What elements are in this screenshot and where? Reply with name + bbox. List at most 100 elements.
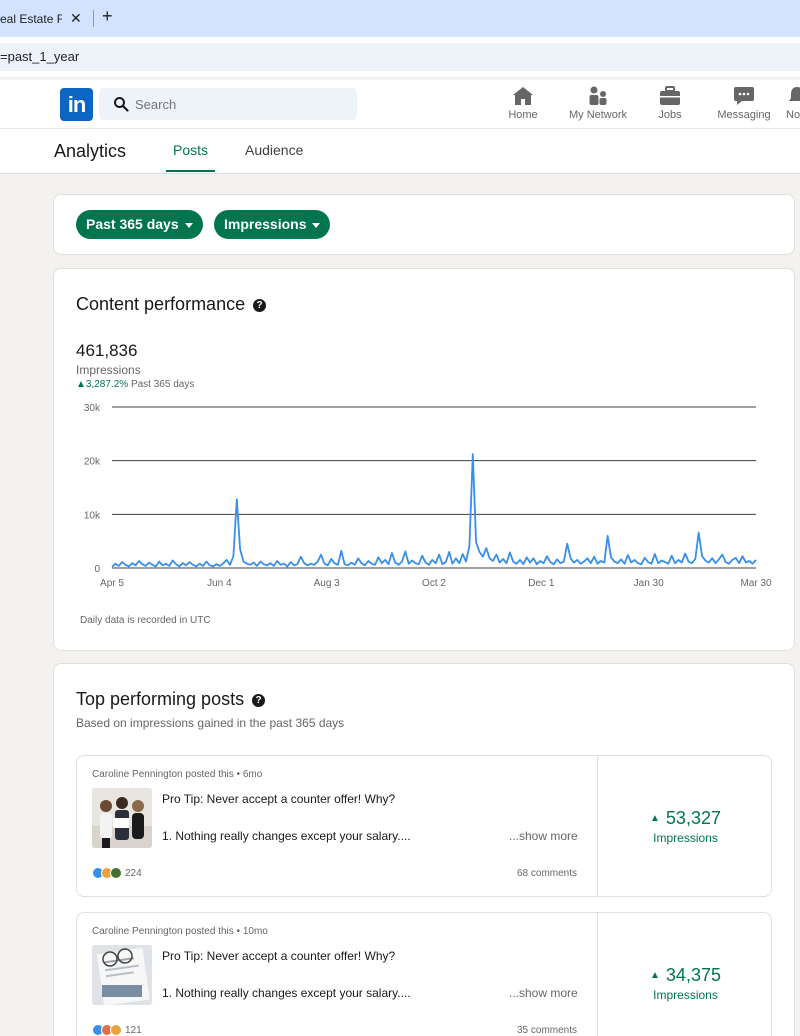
home-icon xyxy=(513,87,533,105)
post-content: Caroline Pennington posted this • 10mo P… xyxy=(77,913,598,1036)
briefcase-icon xyxy=(660,86,680,105)
nav-notifications[interactable]: No xyxy=(786,86,800,126)
impressions-number: 53,327 xyxy=(665,808,721,828)
search-icon xyxy=(114,97,129,112)
post-meta: Caroline Pennington posted this • 6mo xyxy=(92,769,263,780)
tab-audience[interactable]: Audience xyxy=(245,142,303,170)
arrow-up-icon: ▲ xyxy=(650,970,660,981)
show-more-link[interactable]: ...show more xyxy=(509,986,578,1000)
x-tick-label: Jun 4 xyxy=(207,578,232,589)
x-tick-label: Mar 30 xyxy=(740,578,772,589)
impressions-value: ▲ 34,375 xyxy=(599,965,772,986)
network-icon xyxy=(589,86,607,105)
top-posts-title-text: Top performing posts xyxy=(76,689,245,709)
nav-messaging-label: Messaging xyxy=(717,109,771,121)
post-meta: Caroline Pennington posted this • 10mo xyxy=(92,926,268,937)
page-title: Analytics xyxy=(54,141,127,161)
post-text-line1: Pro Tip: Never accept a counter offer! W… xyxy=(162,792,396,806)
y-tick-label: 30k xyxy=(84,403,101,414)
help-icon[interactable]: ? xyxy=(252,694,266,707)
help-icon[interactable]: ? xyxy=(253,299,267,312)
x-tick-label: Jan 30 xyxy=(634,578,664,589)
browser-tab-bar: eal Estate Fly ✕ + xyxy=(0,0,800,37)
post-card[interactable]: Caroline Pennington posted this • 6mo Pr… xyxy=(76,755,772,897)
content-performance-title-text: Content performance xyxy=(76,294,246,314)
impressions-number: 34,375 xyxy=(665,965,721,985)
x-tick-label: Dec 1 xyxy=(528,578,555,589)
url-field[interactable]: =past_1_year xyxy=(0,43,800,71)
delta-percent: 3,287.2% xyxy=(85,379,129,390)
x-tick-label: Oct 2 xyxy=(422,578,446,589)
insightful-reaction-icon xyxy=(110,1024,122,1036)
post-reactions[interactable]: 121 xyxy=(92,1023,142,1036)
chart-svg: 0 10k 20k 30k Apr 5 Jun 4 Aug 3 Oct 2 Dec 1 Jan 3… xyxy=(84,403,772,589)
nav-home-label: Home xyxy=(508,109,538,121)
post-author[interactable]: Caroline Pennington xyxy=(92,769,183,780)
x-tick-label: Aug 3 xyxy=(314,578,341,589)
nav-jobs[interactable]: Jobs xyxy=(652,86,688,126)
search-input[interactable] xyxy=(135,88,345,120)
search-box[interactable] xyxy=(99,88,357,120)
impressions-delta: ▲3,287.2% Past 365 days xyxy=(76,379,194,390)
caret-down-icon xyxy=(312,222,321,228)
post-card[interactable]: Caroline Pennington posted this • 10mo P… xyxy=(76,912,772,1036)
post-author[interactable]: Caroline Pennington xyxy=(92,926,183,937)
post-text-line2: 1. Nothing really changes except your sa… xyxy=(162,829,411,843)
arrow-up-icon: ▲ xyxy=(650,813,660,824)
post-impressions: ▲ 34,375 Impressions xyxy=(599,913,772,1036)
comments-count[interactable]: 68 comments xyxy=(517,868,577,879)
nav-jobs-label: Jobs xyxy=(658,109,682,121)
caret-down-icon xyxy=(184,222,193,228)
impressions-label: Impressions xyxy=(653,831,718,845)
show-more-link[interactable]: ...show more xyxy=(509,829,578,843)
people-photo-icon xyxy=(92,788,152,848)
nav-messaging[interactable]: Messaging xyxy=(715,86,773,126)
total-impressions: 461,836 xyxy=(76,341,138,360)
browser-tab-title: eal Estate Fly xyxy=(0,11,62,26)
reaction-count: 121 xyxy=(125,1024,142,1036)
date-range-dropdown[interactable]: Past 365 days xyxy=(76,210,203,239)
impressions-label: Impressions xyxy=(76,363,141,377)
post-impressions: ▲ 53,327 Impressions xyxy=(599,756,772,896)
post-age: 6mo xyxy=(242,769,263,780)
chart-footnote: Daily data is recorded in UTC xyxy=(80,615,211,626)
date-range-label: Past 365 days xyxy=(86,216,179,232)
arrow-up-icon: ▲ xyxy=(76,379,86,390)
post-text-line1: Pro Tip: Never accept a counter offer! W… xyxy=(162,949,396,963)
impressions-chart: 0 10k 20k 30k Apr 5 Jun 4 Aug 3 Oct 2 Dec 1 Jan 3… xyxy=(54,397,794,597)
top-posts-card: Top performing posts? Based on impressio… xyxy=(53,663,795,1036)
nav-my-network[interactable]: My Network xyxy=(563,86,633,126)
tab-posts[interactable]: Posts xyxy=(166,142,215,172)
impressions-label: Impressions xyxy=(653,988,718,1002)
top-posts-title: Top performing posts? xyxy=(76,689,266,710)
y-tick-label: 20k xyxy=(84,457,101,468)
tab-separator xyxy=(93,10,94,27)
browser-tab[interactable]: eal Estate Fly ✕ xyxy=(0,0,92,37)
post-reactions[interactable]: 224 xyxy=(92,866,142,880)
impressions-value: ▲ 53,327 xyxy=(599,808,772,829)
metric-label: Impressions xyxy=(224,216,307,232)
linkedin-logo[interactable]: in xyxy=(60,88,93,121)
post-thumbnail[interactable] xyxy=(92,945,152,1005)
comments-count[interactable]: 35 comments xyxy=(517,1025,577,1036)
post-content: Caroline Pennington posted this • 6mo Pr… xyxy=(77,756,598,896)
x-tick-label: Apr 5 xyxy=(100,578,124,589)
post-text-line2: 1. Nothing really changes except your sa… xyxy=(162,986,411,1000)
nav-my-network-label: My Network xyxy=(568,109,628,121)
post-posted-text: posted this xyxy=(185,926,234,937)
new-tab-icon[interactable]: + xyxy=(102,6,113,27)
close-tab-icon[interactable]: ✕ xyxy=(70,10,82,27)
post-age: 10mo xyxy=(242,926,268,937)
linkedin-navbar: in Home My Network Jobs xyxy=(0,80,800,129)
bell-icon xyxy=(789,87,800,101)
content-performance-title: Content performance? xyxy=(76,294,267,315)
nav-home[interactable]: Home xyxy=(503,86,543,126)
post-posted-text: posted this xyxy=(185,769,234,780)
top-posts-subtitle: Based on impressions gained in the past … xyxy=(76,716,345,730)
messaging-icon xyxy=(734,87,754,105)
analytics-header: Analytics Posts Audience xyxy=(0,129,800,174)
impressions-series-line[interactable] xyxy=(111,453,757,568)
content-performance-card: Content performance? 461,836 Impressions… xyxy=(53,268,795,651)
metric-dropdown[interactable]: Impressions xyxy=(214,210,331,239)
post-thumbnail[interactable] xyxy=(92,788,152,848)
